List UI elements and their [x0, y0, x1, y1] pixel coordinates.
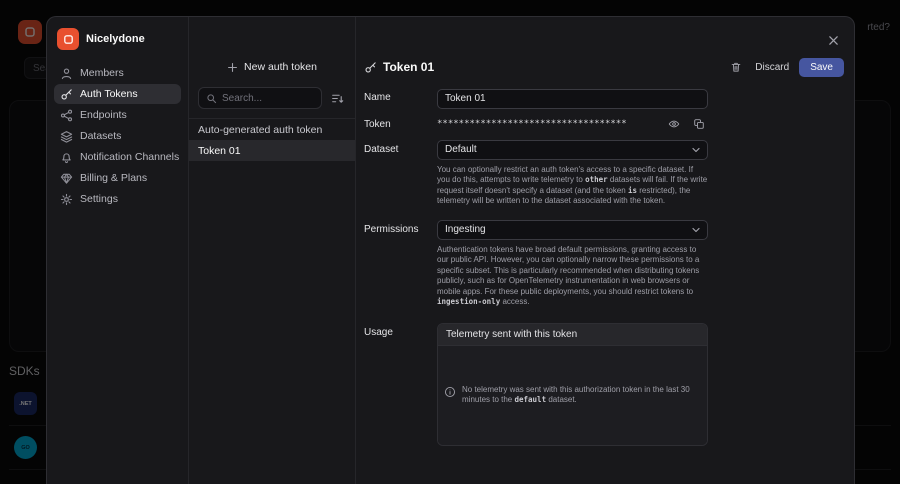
close-icon[interactable] — [824, 31, 842, 49]
usage-panel-body: No telemetry was sent with this authoriz… — [438, 345, 707, 445]
token-search-placeholder: Search... — [222, 92, 263, 104]
trash-icon — [731, 62, 741, 72]
sidebar-item-settings[interactable]: Settings — [54, 189, 181, 209]
bell-icon — [62, 152, 71, 163]
sidebar-item-label: Billing & Plans — [80, 172, 148, 184]
token-field-row: Token **********************************… — [364, 115, 844, 133]
chevron-down-icon — [692, 147, 700, 152]
sidebar-item-label: Endpoints — [80, 109, 127, 121]
person-icon — [61, 67, 72, 79]
plus-icon — [228, 62, 237, 72]
copy-icon — [694, 118, 704, 129]
token-masked-value: *********************************** — [437, 118, 627, 129]
sidebar-item-label: Notification Channels — [80, 151, 180, 163]
token-list-panel: New auth token Search... Auto-generated … — [189, 17, 356, 484]
org-name: Nicelydone — [86, 33, 145, 45]
key-icon — [61, 88, 72, 100]
sidebar-item-notification-channels[interactable]: Notification Channels — [54, 147, 181, 167]
permissions-selected-value: Ingesting — [445, 224, 486, 235]
dataset-select[interactable]: Default — [437, 139, 708, 160]
new-auth-token-label: New auth token — [244, 61, 317, 73]
key-icon — [365, 61, 376, 73]
token-search-row: Search... — [189, 77, 355, 119]
token-list: Auto-generated auth token Token 01 — [189, 119, 355, 161]
page-title: Token 01 — [383, 60, 435, 74]
permissions-label: Permissions — [364, 223, 419, 235]
token-search-input[interactable]: Search... — [198, 87, 322, 109]
detail-actions: Discard Save — [727, 57, 844, 77]
dataset-selected-value: Default — [445, 144, 477, 155]
token-detail-panel: Token 01 Discard Save Name Token 01 Toke… — [356, 17, 854, 484]
permissions-description: Authentication tokens have broad default… — [437, 244, 700, 307]
gem-icon — [60, 173, 73, 184]
discard-button[interactable]: Discard — [755, 62, 789, 73]
app-root: rted? Sea SDKs .NET GO Nicelydone — [0, 0, 900, 484]
token-label: Token — [364, 118, 391, 130]
layers-icon — [60, 130, 73, 143]
sidebar-item-auth-tokens[interactable]: Auth Tokens — [54, 84, 181, 104]
list-item-auto-generated-token[interactable]: Auto-generated auth token — [189, 119, 355, 140]
permissions-field-row: Permissions Ingesting Authentication tok… — [364, 219, 844, 308]
list-item-token-01[interactable]: Token 01 — [189, 140, 355, 161]
auth-tokens-settings-modal: Nicelydone Members Auth Tokens Endpoints — [46, 16, 855, 484]
usage-panel: Telemetry sent with this token No teleme… — [437, 322, 708, 446]
search-icon — [207, 93, 217, 103]
settings-nav: Members Auth Tokens Endpoints Datasets N… — [54, 63, 181, 209]
sidebar-item-endpoints[interactable]: Endpoints — [54, 105, 181, 125]
sidebar-item-label: Datasets — [80, 130, 122, 142]
usage-empty-message: No telemetry was sent with this authoriz… — [462, 384, 690, 405]
name-input[interactable] — [437, 88, 708, 109]
sidebar-item-label: Auth Tokens — [80, 88, 138, 100]
detail-header: Token 01 Discard Save — [364, 56, 844, 78]
info-icon — [444, 386, 456, 397]
gear-icon — [60, 193, 73, 205]
sidebar-item-datasets[interactable]: Datasets — [54, 126, 181, 146]
usage-field-row: Usage Telemetry sent with this token No … — [364, 322, 844, 446]
usage-panel-header: Telemetry sent with this token — [438, 323, 707, 346]
org-switcher[interactable]: Nicelydone — [54, 27, 181, 51]
name-field-row: Name — [364, 88, 844, 109]
sidebar-item-billing-plans[interactable]: Billing & Plans — [54, 168, 181, 188]
usage-label: Usage — [364, 326, 393, 338]
sort-icon[interactable] — [328, 89, 346, 107]
share-icon — [60, 109, 73, 121]
dataset-label: Dataset — [364, 143, 399, 155]
sidebar-item-members[interactable]: Members — [54, 63, 181, 83]
delete-token-button[interactable] — [727, 58, 745, 76]
name-label: Name — [364, 92, 391, 103]
copy-token-button[interactable] — [690, 115, 708, 133]
eye-icon — [668, 120, 680, 127]
new-auth-token-button[interactable]: New auth token — [227, 57, 317, 77]
save-button[interactable]: Save — [799, 57, 844, 77]
dataset-description: You can optionally restrict an auth toke… — [437, 164, 708, 206]
settings-sidebar: Nicelydone Members Auth Tokens Endpoints — [47, 17, 189, 484]
sidebar-item-label: Members — [80, 67, 124, 79]
dataset-field-row: Dataset Default You can optionally restr… — [364, 139, 844, 207]
permissions-select[interactable]: Ingesting — [437, 219, 708, 240]
token-form: Name Token *****************************… — [364, 88, 844, 446]
chevron-down-icon — [692, 227, 700, 232]
reveal-token-button[interactable] — [665, 115, 683, 133]
org-logo-icon — [57, 28, 79, 50]
sidebar-item-label: Settings — [80, 193, 118, 205]
detail-title-group: Token 01 — [364, 60, 434, 74]
token-value-actions — [665, 115, 708, 133]
